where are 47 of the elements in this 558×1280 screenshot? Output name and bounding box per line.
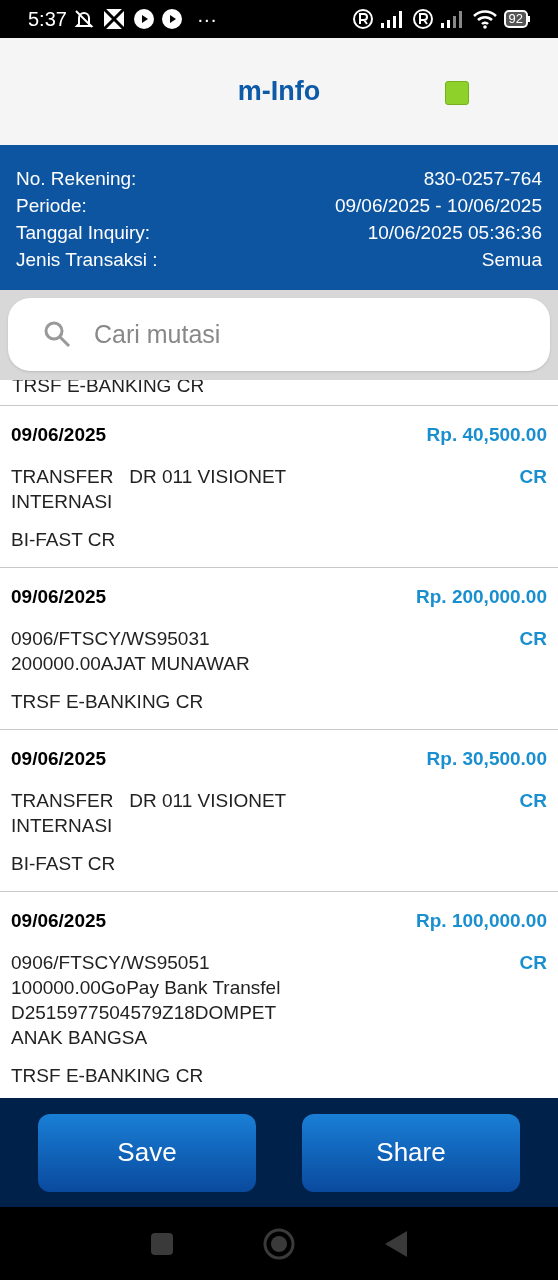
- field-label: Tanggal Inquiry:: [16, 221, 151, 245]
- field-label: Periode:: [16, 194, 87, 218]
- transaction-amount: Rp. 30,500.00: [426, 746, 547, 771]
- bell-off-icon: [72, 8, 95, 30]
- wifi-icon: [471, 8, 498, 30]
- action-button[interactable]: Save: [38, 1113, 256, 1192]
- more-notifications: ···: [196, 7, 217, 32]
- search-field[interactable]: Cari mutasi: [8, 298, 550, 371]
- transaction-description: TRANSFER DR 011 VISIONET INTERNASI: [11, 789, 287, 838]
- transaction-type: BI-FAST CR: [11, 852, 117, 876]
- recents-icon[interactable]: [151, 1232, 173, 1255]
- status-indicator: [445, 81, 469, 105]
- field-value: 10/06/2025 05:36:36: [367, 221, 542, 245]
- transaction-type: TRSF E-BANKING CR: [11, 690, 205, 714]
- transaction-type: BI-FAST CR: [11, 528, 117, 552]
- transaction-date: 09/06/2025: [11, 746, 107, 771]
- home-icon[interactable]: [263, 1227, 295, 1260]
- app-title: m-Info: [237, 75, 321, 109]
- credit-label: CR: [519, 951, 547, 975]
- transaction-date: 09/06/2025: [11, 584, 107, 609]
- transaction-amount: Rp. 40,500.00: [426, 422, 547, 447]
- search-icon: [42, 319, 72, 349]
- battery-icon: 92: [503, 10, 530, 28]
- transaction-description: 0906/FTSCY/WS95031 200000.00AJAT MUNAWAR: [11, 627, 251, 676]
- transaction-date: 09/06/2025: [11, 908, 107, 933]
- back-icon[interactable]: [385, 1230, 407, 1257]
- field-label: No. Rekening:: [16, 167, 137, 191]
- transaction-type: TRSF E-BANKING CR: [11, 1064, 205, 1088]
- credit-label: CR: [519, 789, 547, 813]
- transaction-amount: Rp. 200,000.00: [416, 584, 547, 609]
- credit-label: CR: [519, 627, 547, 651]
- field-value: 830-0257-764: [423, 167, 542, 191]
- roaming-icon: [351, 8, 374, 30]
- roaming-icon: [411, 8, 434, 30]
- credit-label: CR: [519, 465, 547, 489]
- action-button[interactable]: Share: [302, 1113, 520, 1192]
- transaction-description: 0906/FTSCY/WS95051 100000.00GoPay Bank Transfel D2515977504579Z18DOMPET ANAK BANGSA: [11, 951, 282, 1050]
- app-icon: [102, 8, 125, 30]
- status-time: 5:37: [28, 7, 67, 32]
- play-icon: [160, 8, 183, 30]
- transaction-date: 09/06/2025: [11, 422, 107, 447]
- field-label: Jenis Transaksi :: [16, 248, 158, 272]
- play-icon: [132, 8, 155, 30]
- field-value: Semua: [481, 248, 542, 272]
- field-value: 09/06/2025 - 10/06/2025: [334, 194, 542, 218]
- transaction-description: TRANSFER DR 011 VISIONET INTERNASI: [11, 465, 287, 514]
- transaction-amount: Rp. 100,000.00: [416, 908, 547, 933]
